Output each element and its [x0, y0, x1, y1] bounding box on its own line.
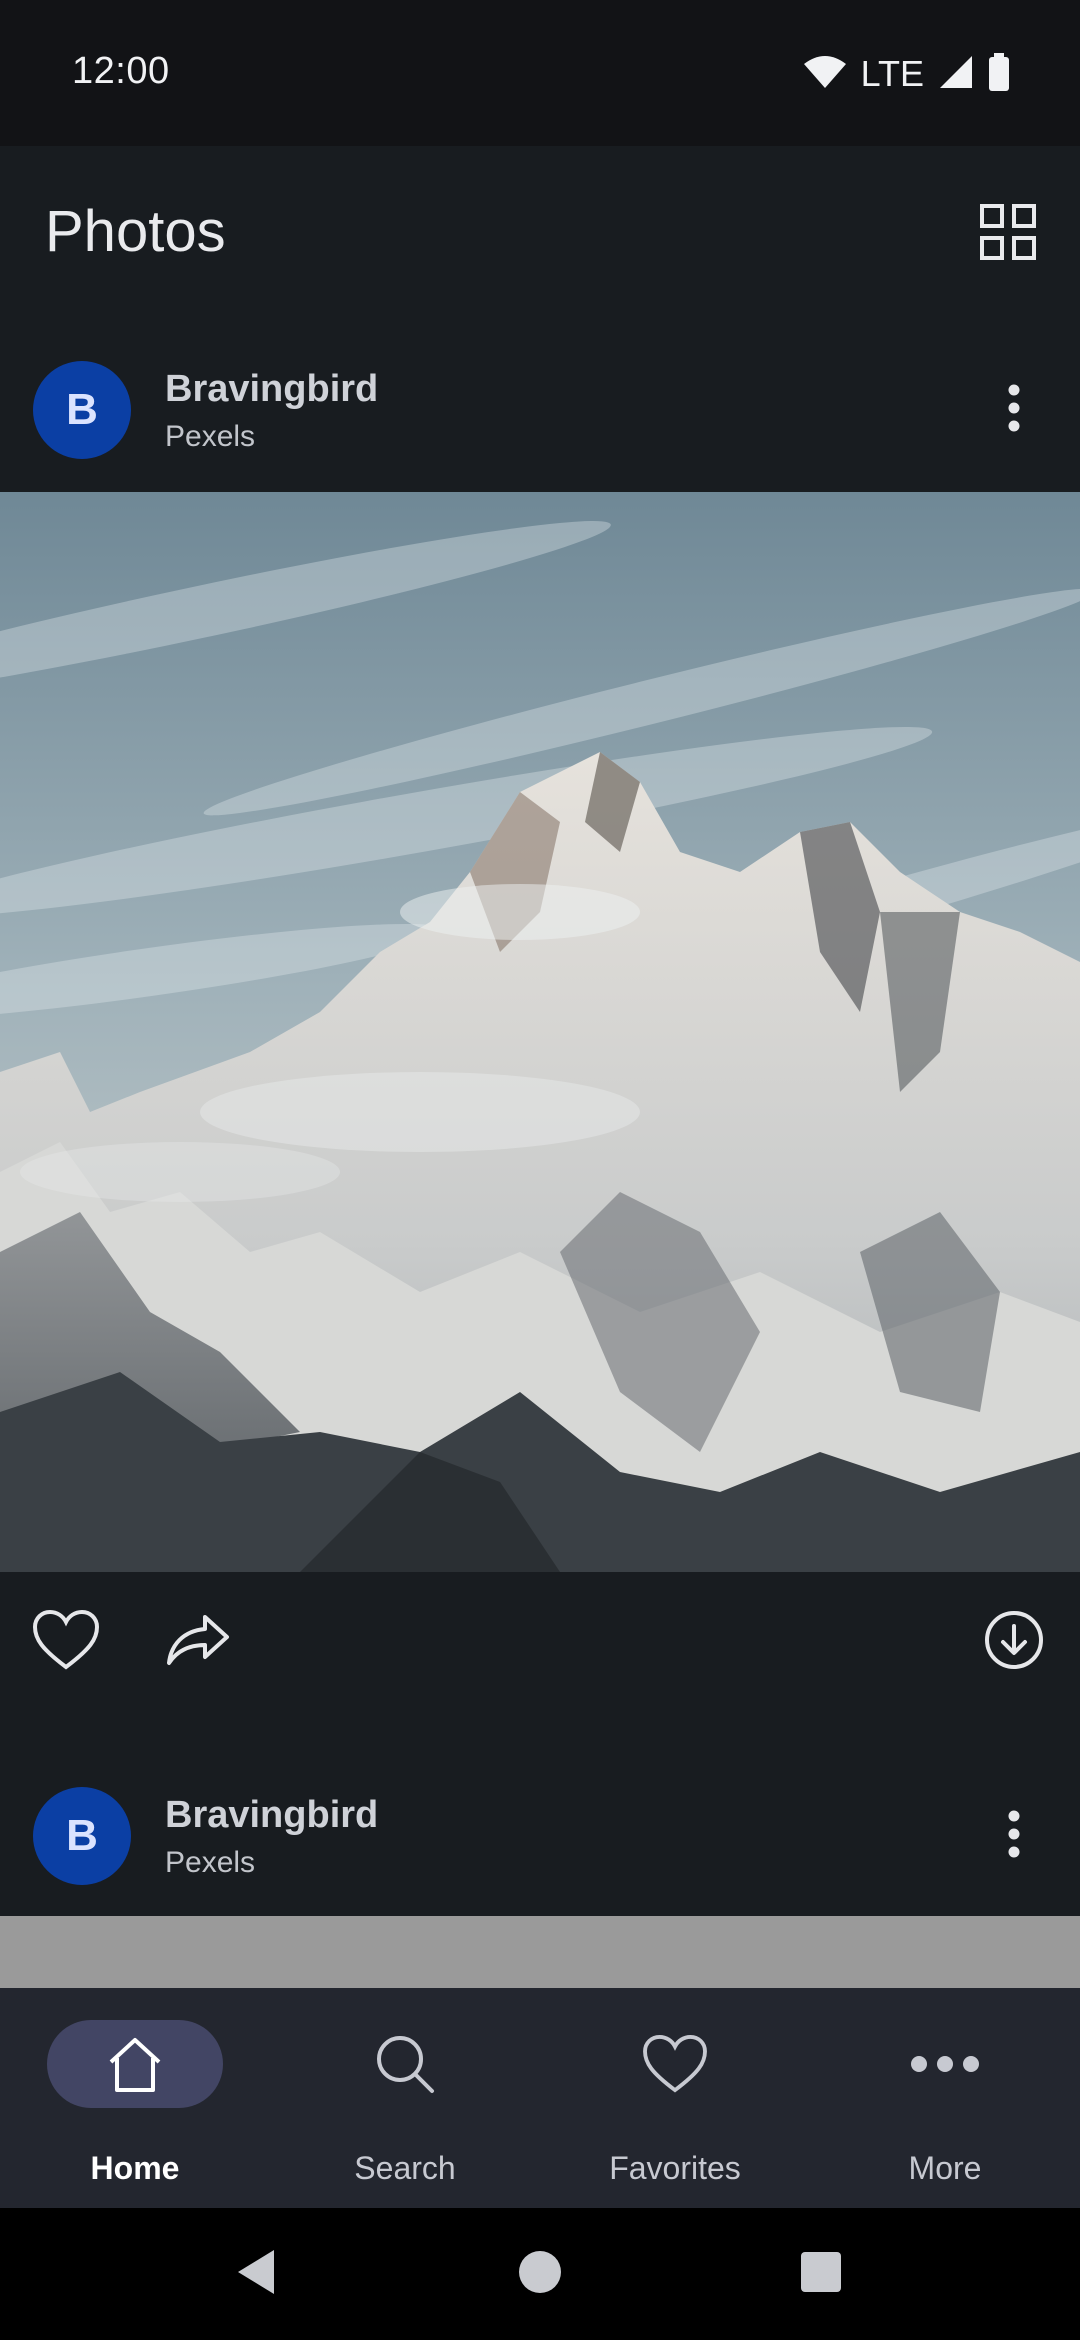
grid-icon: [979, 203, 1037, 266]
nav-item-search[interactable]: Search: [270, 1988, 540, 2208]
download-icon: [984, 1610, 1044, 1675]
home-system-button[interactable]: [510, 2244, 570, 2304]
nav-item-favorites[interactable]: Favorites: [540, 1988, 810, 2208]
square-recents-icon: [800, 2251, 842, 2298]
post-photo[interactable]: [0, 492, 1080, 1572]
nav-label: More: [908, 2150, 982, 2186]
post-photo[interactable]: [0, 1916, 1080, 1988]
share-button[interactable]: [158, 1602, 238, 1682]
status-icons: LTE: [803, 52, 1010, 96]
nav-label: Search: [354, 2150, 456, 2186]
search-icon: [355, 2024, 455, 2104]
back-button[interactable]: [226, 2244, 286, 2304]
circle-home-icon: [518, 2250, 562, 2299]
nav-label: Home: [90, 2150, 180, 2186]
wifi-icon: [803, 54, 847, 95]
mountain-photo-image: [0, 492, 1080, 1572]
network-type: LTE: [860, 53, 924, 94]
system-navigation-bar: [0, 2208, 1080, 2340]
home-icon: [85, 2024, 185, 2104]
post-header: B Bravingbird Pexels: [0, 326, 1080, 490]
photos-app-screen: 12:00 LTE Photos B Bravingbird Pexels B …: [0, 0, 1080, 2340]
author-source: Pexels: [165, 420, 256, 453]
bottom-navigation: Home Search Favorites More: [0, 1988, 1080, 2208]
post-actions: [0, 1572, 1080, 1712]
more-horiz-icon: [895, 2024, 995, 2104]
more-vert-icon: [1007, 1810, 1021, 1863]
share-icon: [165, 1613, 231, 1672]
post-options-button[interactable]: [984, 380, 1044, 440]
battery-icon: [988, 52, 1010, 96]
author-name[interactable]: Bravingbird: [165, 1794, 378, 1837]
page-title: Photos: [45, 199, 226, 264]
status-bar: 12:00 LTE: [0, 0, 1080, 146]
nav-item-more[interactable]: More: [810, 1988, 1080, 2208]
recents-button[interactable]: [791, 2244, 851, 2304]
nav-item-home[interactable]: Home: [0, 1988, 270, 2208]
avatar[interactable]: B: [33, 361, 131, 459]
back-icon: [234, 2248, 278, 2301]
signal-icon: [938, 54, 974, 95]
nav-label: Favorites: [609, 2150, 741, 2186]
heart-icon: [32, 1609, 100, 1676]
status-time: 12:00: [72, 50, 170, 92]
author-source: Pexels: [165, 1846, 256, 1879]
more-vert-icon: [1007, 384, 1021, 437]
like-button[interactable]: [26, 1602, 106, 1682]
author-name[interactable]: Bravingbird: [165, 368, 378, 411]
heart-icon: [625, 2024, 725, 2104]
grid-view-button[interactable]: [972, 198, 1044, 270]
app-bar: Photos: [0, 146, 1080, 326]
avatar[interactable]: B: [33, 1787, 131, 1885]
post-header: B Bravingbird Pexels: [0, 1752, 1080, 1916]
download-button[interactable]: [974, 1602, 1054, 1682]
post-options-button[interactable]: [984, 1806, 1044, 1866]
